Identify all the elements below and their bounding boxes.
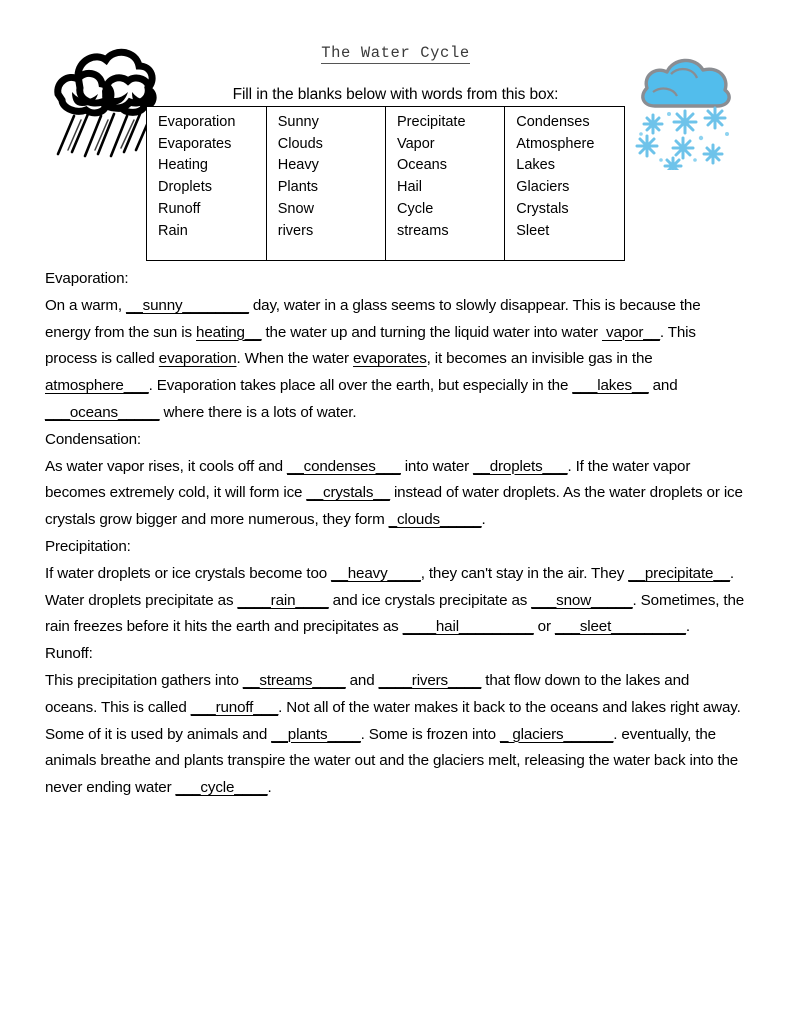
word-item: rivers [277,222,314,239]
word-bank-column-4: Condenses Atmosphere Lakes Glaciers Crys… [505,107,624,260]
word-bank-column-1: Evaporation Evaporates Heating Droplets … [147,107,267,261]
snow-cloud-icon [627,48,739,176]
word-bank-column-3: Precipitate Vapor Oceans Hail Cycle stre… [385,107,506,261]
answer-blank-lakes[interactable]: ___lakes__ [572,377,648,394]
word-item: Hail [397,179,422,196]
text-run: . Evaporation takes place all over the e… [148,377,573,395]
answer-blank-snow[interactable]: ___snow_____ [531,592,632,609]
section-body-runoff: This precipitation gathers into __stream… [45,668,745,802]
underlined-word-evaporates: evaporates [353,350,427,368]
word-item: Sleet [516,222,550,239]
word-item: Precipitate [397,114,466,130]
text-run: This precipitation gathers into [45,671,243,689]
word-item: Snow [277,200,315,217]
text-run: and ice crystals precipitate as [328,591,532,609]
text-run: , it becomes an invisible gas in the [426,350,653,368]
word-bank-table: Evaporation Evaporates Heating Droplets … [147,107,624,261]
section-heading-runoff: Runoff: [45,645,93,663]
answer-blank-precipitate-continuation[interactable]: __ [713,565,730,582]
text-run: As water vapor rises, it cools off and [45,457,288,475]
text-run: or [533,618,555,636]
answer-blank-sleet[interactable]: ___sleet_________ [555,618,686,635]
answer-blank-clouds[interactable]: _clouds_____ [389,511,482,528]
word-item: Condenses [516,114,590,130]
text-run: On a warm, [45,296,127,314]
word-item: Cycle [397,200,434,217]
answer-blank-atmosphere[interactable]: atmosphere___ [45,377,149,394]
text-run: . [685,618,690,636]
answer-blank-condenses[interactable]: __condenses___ [287,458,401,475]
text-run: and [648,377,678,395]
word-item: Plants [277,179,319,196]
answer-blank-rain[interactable]: ____rain____ [237,592,328,609]
text-run: If water droplets or ice crystals become… [45,564,332,582]
section-body-condensation: As water vapor rises, it cools off and _… [45,454,745,534]
text-run: . When the water [236,350,354,368]
text-run: . [481,511,486,529]
word-item: Vapor [397,135,435,152]
section-body-precipitation: If water droplets or ice crystals become… [45,561,745,641]
answer-blank-heating[interactable]: heating__ [196,324,262,341]
section-body-evaporation: On a warm, __sunny________ day, water in… [45,293,745,427]
answer-blank-rivers[interactable]: ____rivers____ [379,672,482,689]
page-title: The Water Cycle [0,44,791,64]
word-bank-box: Evaporation Evaporates Heating Droplets … [146,106,625,262]
word-item: Heavy [277,157,319,174]
word-item: streams [397,222,449,239]
text-run: . [267,779,272,797]
answer-blank-vapor[interactable]: vapor__ [602,324,660,341]
answer-blank-crystals[interactable]: __crystals__ [306,484,390,501]
word-item: Glaciers [516,179,570,196]
answer-blank-streams[interactable]: __streams____ [243,672,346,689]
section-heading-condensation: Condensation: [45,430,141,448]
section-heading-precipitation: Precipitation: [45,537,131,555]
text-run: where there is a lots of water. [159,403,357,421]
answer-blank-runoff[interactable]: ___runoff___ [191,699,279,716]
word-item: Clouds [277,135,323,152]
answer-blank-cycle[interactable]: ___cycle____ [176,779,268,796]
answer-blank-sunny[interactable]: __sunny________ [126,297,249,314]
answer-blank-oceans[interactable]: ___oceans_____ [45,404,160,421]
word-item: Oceans [397,157,447,174]
worksheet-page: The Water Cycle Fill in the blanks below… [0,0,791,1024]
answer-blank-droplets[interactable]: __droplets___ [473,458,567,475]
word-item: Crystals [516,200,569,217]
instruction-text: Fill in the blanks below with words from… [232,86,559,103]
text-run: . Some is frozen into [360,725,500,743]
word-item: Rain [158,222,188,239]
answer-blank-hail[interactable]: ____hail_________ [403,618,534,635]
word-item: Evaporates [158,135,232,152]
answer-blank-precipitate[interactable]: __precipitate [628,565,713,582]
word-item: Atmosphere [516,135,595,152]
answer-blank-plants[interactable]: __plants____ [271,726,361,743]
word-item: Sunny [277,114,319,130]
word-item: Droplets [158,179,212,196]
text-run: into water [400,457,474,475]
page-title-text: The Water Cycle [321,44,470,64]
answer-blank-heavy[interactable]: __heavy____ [331,565,421,582]
section-heading-evaporation: Evaporation: [45,270,129,287]
underlined-word-evaporation: evaporation [158,350,237,368]
text-run: and [345,671,379,689]
text-run: the water up and turning the liquid wate… [261,323,602,341]
table-row: Evaporation Evaporates Heating Droplets … [147,107,624,261]
text-run: , they can't stay in the air. They [420,564,629,582]
answer-blank-glaciers[interactable]: _ glaciers______ [500,726,613,743]
word-item: Runoff [158,200,201,217]
word-item: Lakes [516,157,555,174]
word-bank-column-2: Sunny Clouds Heavy Plants Snow rivers [266,107,387,261]
word-item: Heating [158,157,208,174]
word-item: Evaporation [158,114,236,130]
worksheet-body: Evaporation: On a warm, __sunny________ … [45,266,745,802]
